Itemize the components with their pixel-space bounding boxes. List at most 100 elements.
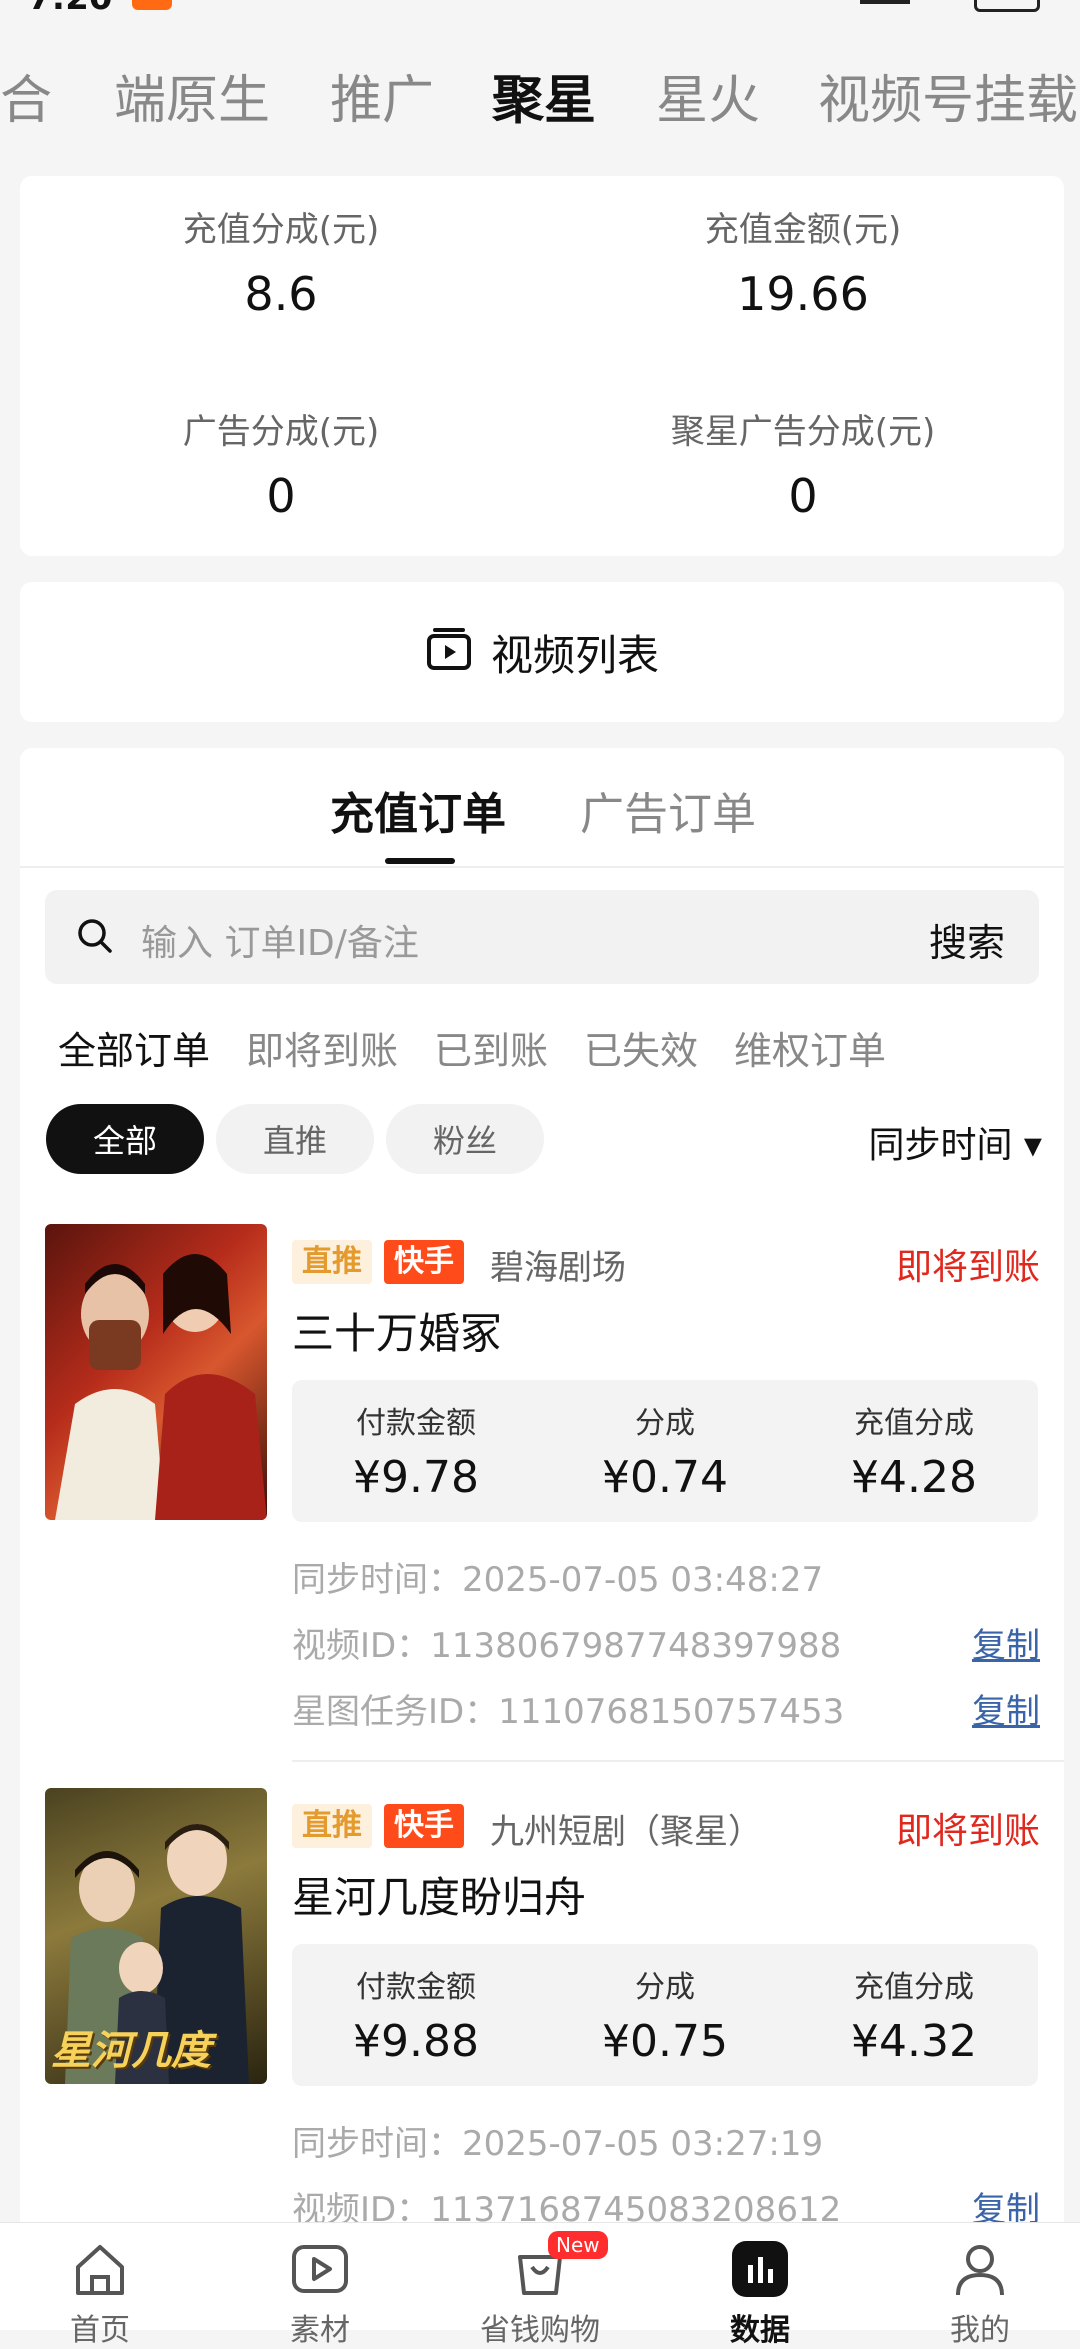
tab-xinghuo[interactable]: 星火 — [656, 58, 760, 133]
amount-label: 充值分成 — [854, 1406, 974, 1441]
active-tab-indicator — [385, 858, 455, 864]
amount-recharge-share: 充值分成 ¥4.28 — [790, 1398, 1038, 1503]
tab-aggregate[interactable]: 合 — [0, 58, 52, 133]
sync-time: 同步时间：2025-07-05 03:48:27 — [292, 1560, 824, 1600]
chip-fans[interactable]: 粉丝 — [386, 1104, 544, 1174]
nav-shopping[interactable]: New 省钱购物 — [440, 2231, 640, 2349]
amount-label: 充值分成 — [854, 1970, 974, 2005]
amount-value: ¥9.78 — [353, 1452, 479, 1503]
nav-label: 首页 — [70, 2313, 130, 2348]
video-list-icon — [425, 626, 473, 678]
order-status: 即将到账 — [895, 1247, 1040, 1288]
filter-expired[interactable]: 已失效 — [584, 1020, 698, 1075]
amount-payment: 付款金额 ¥9.78 — [292, 1398, 540, 1503]
search-input[interactable]: 输入 订单ID/备注 — [141, 914, 419, 966]
order-status: 即将到账 — [895, 1811, 1040, 1852]
signal-icon — [860, 0, 910, 4]
order-search-bar: 输入 订单ID/备注 搜索 — [45, 890, 1039, 984]
status-time: 7:20 — [28, 0, 113, 18]
stat-value: 8.6 — [244, 267, 318, 321]
stat-ad-share: 广告分成(元) 0 — [20, 404, 542, 523]
nav-data[interactable]: 数据 — [660, 2237, 860, 2349]
stat-label: 聚星广告分成(元) — [670, 412, 936, 452]
direct-tag: 直推 — [292, 1240, 372, 1284]
top-tab-nav: 合 端原生 推广 聚星 星火 视频号挂载 — [0, 40, 1080, 140]
play-icon — [220, 2237, 420, 2301]
amount-value: ¥0.74 — [602, 1452, 728, 1503]
stat-label: 充值金额(元) — [704, 210, 902, 250]
stat-value: 0 — [266, 469, 296, 523]
direct-tag: 直推 — [292, 1804, 372, 1848]
data-chart-icon — [660, 2237, 860, 2301]
chip-all[interactable]: 全部 — [46, 1104, 204, 1174]
amount-value: ¥4.32 — [851, 2016, 977, 2067]
nav-profile[interactable]: 我的 — [880, 2237, 1080, 2349]
tab-recharge-orders[interactable]: 充值订单 — [330, 778, 506, 842]
filter-arriving-soon[interactable]: 即将到账 — [246, 1020, 398, 1075]
sort-by-sync-time[interactable]: 同步时间 ▾ — [868, 1116, 1042, 1168]
order-divider — [292, 1760, 1064, 1762]
stat-recharge-share: 充值分成(元) 8.6 — [20, 202, 542, 321]
drama-poster: 星河几度 — [45, 1788, 267, 2084]
amount-label: 付款金额 — [356, 1970, 476, 2005]
revenue-stats-card: 充值分成(元) 8.6 充值金额(元) 19.66 广告分成(元) 0 聚星广告… — [20, 176, 1064, 556]
nav-home[interactable]: 首页 — [0, 2237, 200, 2349]
stat-juxing-ad-share: 聚星广告分成(元) 0 — [542, 404, 1064, 523]
search-icon — [75, 916, 115, 960]
theater-name: 九州短剧（聚星） — [490, 1812, 762, 1852]
tab-ad-orders[interactable]: 广告订单 — [580, 778, 756, 842]
home-icon — [0, 2237, 200, 2301]
filter-all-orders[interactable]: 全部订单 — [58, 1020, 210, 1075]
amount-value: ¥0.75 — [602, 2016, 728, 2067]
copy-task-id-button[interactable]: 复制 — [972, 1684, 1040, 1733]
video-list-button[interactable]: 视频列表 — [20, 582, 1064, 722]
search-button[interactable]: 搜索 — [929, 912, 1005, 967]
bottom-nav: 首页 素材 New 省钱购物 数据 我的 — [0, 2222, 1080, 2348]
amount-breakdown: 付款金额 ¥9.88 分成 ¥0.75 充值分成 ¥4.32 — [292, 1944, 1038, 2086]
video-id: 视频ID：1138067987748397988 — [292, 1626, 842, 1666]
profile-icon — [880, 2237, 1080, 2301]
amount-breakdown: 付款金额 ¥9.78 分成 ¥0.74 充值分成 ¥4.28 — [292, 1380, 1038, 1522]
nav-label: 省钱购物 — [480, 2313, 600, 2348]
filter-dispute-orders[interactable]: 维权订单 — [734, 1020, 886, 1075]
status-bar: 7:20 — [0, 0, 1080, 28]
nav-material[interactable]: 素材 — [220, 2237, 420, 2349]
stat-value: 19.66 — [737, 267, 869, 321]
shopping-bag-icon — [440, 2237, 640, 2301]
amount-label: 付款金额 — [356, 1406, 476, 1441]
order-type-tabs: 充值订单 广告订单 — [20, 748, 1064, 868]
amount-value: ¥4.28 — [851, 1452, 977, 1503]
drama-title: 三十万婚冢 — [292, 1309, 503, 1358]
amount-label: 分成 — [635, 1406, 695, 1441]
amount-payment: 付款金额 ¥9.88 — [292, 1962, 540, 2067]
drama-poster — [45, 1224, 267, 1520]
nav-label: 素材 — [290, 2313, 350, 2348]
copy-video-id-button[interactable]: 复制 — [972, 1618, 1040, 1667]
order-card[interactable]: 直推 快手 碧海剧场 即将到账 三十万婚冢 付款金额 ¥9.78 分成 ¥0.7… — [20, 1224, 1064, 1764]
amount-share: 分成 ¥0.74 — [541, 1398, 789, 1503]
chip-direct[interactable]: 直推 — [216, 1104, 374, 1174]
tab-juxing[interactable]: 聚星 — [492, 58, 596, 133]
stat-value: 0 — [788, 469, 818, 523]
nav-label: 数据 — [730, 2313, 790, 2348]
kuaishou-tag: 快手 — [384, 1804, 464, 1848]
tab-video-channel[interactable]: 视频号挂载 — [818, 58, 1078, 133]
battery-icon — [974, 0, 1040, 12]
amount-label: 分成 — [635, 1970, 695, 2005]
stat-label: 广告分成(元) — [182, 412, 380, 452]
filter-arrived[interactable]: 已到账 — [434, 1020, 548, 1075]
tab-promotion[interactable]: 推广 — [330, 58, 434, 133]
task-id: 星图任务ID：1110768150757453 — [292, 1692, 845, 1732]
kuaishou-tag: 快手 — [384, 1240, 464, 1284]
drama-title: 星河几度盼归舟 — [292, 1873, 587, 1922]
video-list-label: 视频列表 — [490, 630, 659, 680]
tab-native[interactable]: 端原生 — [114, 58, 270, 133]
amount-recharge-share: 充值分成 ¥4.32 — [790, 1962, 1038, 2067]
amount-share: 分成 ¥0.75 — [541, 1962, 789, 2067]
new-badge: New — [548, 2231, 608, 2259]
stat-label: 充值分成(元) — [182, 210, 380, 250]
notification-app-icon — [132, 0, 172, 10]
theater-name: 碧海剧场 — [490, 1248, 626, 1288]
poster-title-text: 星河几度 — [51, 2028, 211, 2074]
amount-value: ¥9.88 — [353, 2016, 479, 2067]
